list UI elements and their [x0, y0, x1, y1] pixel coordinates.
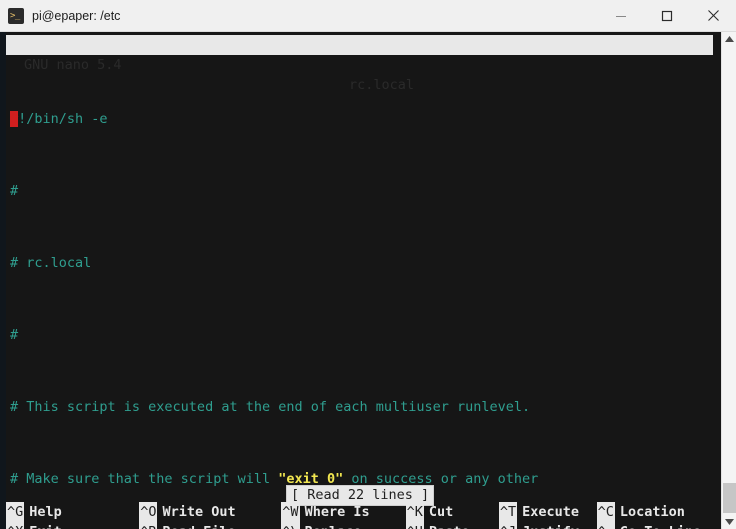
shortcut-justify[interactable]: ^JJustify [498, 522, 597, 529]
shortcut-label: Location [619, 504, 685, 520]
shortcut-label: Exit [24, 522, 62, 529]
shortcut-row-1: ^G Help ^O Write Out ^W Where Is ^K Cut ^T Ex… [6, 502, 712, 522]
line-6-part-a: # Make sure that the script will [10, 471, 279, 487]
shortcut-help[interactable]: ^G Help [6, 502, 139, 522]
editor-line: # [10, 183, 19, 199]
terminal-window: >_ pi@epaper: /etc GNU nano 5.4 rc.local… [0, 0, 736, 529]
shortcut-label: Justify [517, 522, 579, 529]
shortcut-read-file[interactable]: ^RRead File [139, 522, 281, 529]
scroll-down-arrow-icon[interactable] [722, 515, 736, 529]
nano-editor-buffer[interactable]: #!/bin/sh -e # # rc.local # # This scrip… [6, 56, 712, 487]
shortcut-write-out[interactable]: ^O Write Out [139, 502, 281, 522]
minimize-icon[interactable] [598, 0, 644, 32]
close-icon[interactable] [690, 0, 736, 32]
editor-line: # This script is executed at the end of … [10, 399, 531, 415]
terminal-screen[interactable]: GNU nano 5.4 rc.local #!/bin/sh -e # # r… [0, 32, 736, 529]
shortcut-exit[interactable]: ^XExit [6, 522, 139, 529]
shortcut-label: Write Out [162, 504, 236, 520]
editor-line: # rc.local [10, 255, 92, 271]
window-titlebar: >_ pi@epaper: /etc [0, 0, 736, 32]
shortcut-label: Execute [522, 504, 580, 520]
shortcut-label: Help [29, 504, 62, 520]
shortcut-label: Where Is [304, 504, 370, 520]
scroll-up-arrow-icon[interactable] [722, 32, 736, 46]
line-1-text: !/bin/sh -e [18, 111, 108, 127]
shortcut-key: ^G [6, 502, 25, 522]
shortcut-cut[interactable]: ^K Cut [405, 502, 499, 522]
shortcut-key: ^R [139, 522, 158, 529]
shortcut-label: Cut [428, 504, 454, 520]
shortcut-key: ^_ [596, 522, 615, 529]
shortcut-key: ^O [139, 502, 158, 522]
shortcut-label: Read File [157, 522, 235, 529]
shortcut-key: ^W [281, 502, 300, 522]
editor-line: # [10, 327, 19, 343]
shortcut-label: Paste [424, 522, 470, 529]
shortcut-key: ^C [596, 502, 615, 522]
nano-shortcut-bar: ^G Help ^O Write Out ^W Where Is ^K Cut ^T Ex… [6, 502, 712, 529]
cursor-block: # [10, 111, 19, 127]
shortcut-key: ^U [405, 522, 424, 529]
shortcut-key: ^T [498, 502, 518, 522]
nano-header-bar: GNU nano 5.4 rc.local [6, 35, 713, 93]
editor-line: #!/bin/sh -e [6, 110, 712, 128]
terminal-icon: >_ [8, 7, 24, 24]
scrollbar-thumb[interactable] [723, 483, 736, 513]
shortcut-replace[interactable]: ^\Replace [281, 522, 405, 529]
shortcut-location[interactable]: ^C Location [596, 502, 712, 522]
terminal-icon-prompt: >_ [10, 10, 20, 21]
shortcut-row-2: ^XExit ^RRead File ^\Replace ^UPaste ^JJ… [6, 522, 712, 529]
shortcut-execute[interactable]: ^T Execute [498, 502, 597, 522]
window-title: pi@epaper: /etc [32, 8, 121, 23]
window-controls [598, 0, 736, 32]
shortcut-go-to-line[interactable]: ^_Go To Line [596, 522, 712, 529]
shortcut-key: ^X [6, 522, 25, 529]
shortcut-key: ^\ [281, 522, 300, 529]
shortcut-key: ^J [498, 522, 518, 529]
shortcut-paste[interactable]: ^UPaste [405, 522, 499, 529]
shortcut-key: ^K [405, 502, 424, 522]
terminal-scrollbar[interactable] [721, 32, 736, 529]
shortcut-where-is[interactable]: ^W Where Is [281, 502, 405, 522]
shortcut-label: Replace [300, 522, 362, 529]
maximize-icon[interactable] [644, 0, 690, 32]
shortcut-label: Go To Line [615, 522, 701, 529]
